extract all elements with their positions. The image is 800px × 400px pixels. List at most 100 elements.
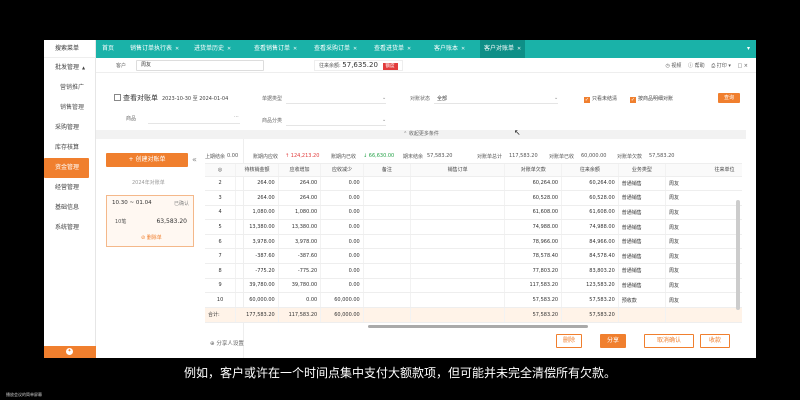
card-count: 10笔 — [115, 219, 127, 225]
close-icon[interactable]: ✕ — [461, 46, 465, 52]
table-cell: 7 — [205, 248, 237, 265]
sidebar-item-4[interactable]: 库存核算 — [44, 138, 95, 158]
settings-icon[interactable]: ✦ — [66, 348, 73, 355]
tab-0[interactable]: 首页 — [102, 40, 114, 58]
sidebar-item-7[interactable]: 基础信息 — [44, 198, 95, 218]
close-icon[interactable]: ✕ — [517, 46, 521, 52]
tab-2[interactable]: 进货单历史 ✕ — [194, 40, 231, 58]
footer-button-1[interactable]: 分享 — [600, 334, 626, 348]
table-row[interactable]: 6 3,978.00 3,978.00 0.00 78,966.00 84,966.00 普… — [205, 234, 742, 250]
chevron-down-icon[interactable]: ⌄ — [554, 95, 558, 101]
tab-3[interactable]: 查看销售订单 ✕ — [254, 40, 297, 58]
table-row[interactable]: 2 264.00 264.00 0.00 60,264.00 60,264.00 普通销售周… — [205, 176, 742, 192]
product-category-select[interactable] — [286, 125, 386, 126]
close-icon[interactable]: ✕ — [293, 46, 297, 52]
close-icon[interactable]: ✕ — [407, 46, 411, 52]
vertical-scrollbar[interactable] — [736, 200, 740, 310]
table-cell — [410, 278, 506, 294]
tab-more-icon[interactable]: ▾ — [747, 40, 750, 58]
table-cell: 周友 — [665, 219, 742, 235]
sidebar-item-5[interactable]: 资金管理 — [44, 158, 89, 178]
tab-1[interactable]: 销售订单执行表 ✕ — [130, 40, 179, 58]
table-cell: 周友 — [665, 263, 742, 279]
tab-7[interactable]: 客户对账单 ✕ — [480, 40, 526, 58]
table-cell: 13,380.00 — [235, 219, 279, 235]
column-header-1[interactable]: 待核销金额 — [235, 164, 279, 177]
tab-6[interactable]: 客户账本 ✕ — [434, 40, 465, 58]
close-icon[interactable]: ✕ — [353, 46, 357, 52]
column-header-2[interactable]: 应收增加 — [278, 164, 322, 177]
column-header-3[interactable]: 应收减少 — [320, 164, 364, 177]
chevron-down-icon[interactable]: ⌄ — [382, 117, 386, 123]
column-header-9[interactable]: 往来单位 — [665, 164, 742, 177]
table-row[interactable]: 10 60,000.00 0.00 60,000.00 57,583.20 57,583.… — [205, 292, 742, 308]
horizontal-scrollbar[interactable] — [368, 325, 588, 328]
document-icon — [114, 94, 121, 101]
share-setting-link[interactable]: ⊕ 分享人设置 — [210, 339, 244, 347]
reconcile-paid-value: 60,000.00 — [581, 153, 607, 159]
sidebar-item-3[interactable]: 采购管理 — [44, 118, 95, 138]
sidebar-item-0[interactable]: 批发管理 ▲ — [44, 58, 95, 78]
chevron-down-icon[interactable]: ⌄ — [382, 95, 386, 101]
print-button[interactable]: ⎙ 打印 ▾ — [711, 63, 731, 69]
collapse-conditions[interactable]: ⌃ 收起更多条件 — [96, 130, 746, 139]
only-unsettled-checkbox[interactable]: ✓ 只看未结清 — [584, 95, 617, 103]
table-cell: 普通销售 — [618, 263, 666, 279]
sidebar-footer[interactable]: ✦ — [44, 346, 96, 358]
table-cell: 普通销售 — [618, 205, 666, 221]
column-header-5[interactable]: 销售订单 — [410, 164, 506, 177]
table-cell: 0.00 — [320, 190, 364, 206]
customer-field[interactable]: 周友 — [136, 60, 264, 71]
more-icon[interactable]: ··· — [234, 114, 239, 120]
tab-4[interactable]: 查看采购订单 ✕ — [314, 40, 357, 58]
table-row[interactable]: 8 -775.20 -775.20 0.00 77,803.20 83,803.20 普通销… — [205, 263, 742, 279]
table-total-row[interactable]: 合计: 177,583.20 117,583.20 60,000.00 57,583.2… — [205, 307, 742, 323]
date-range[interactable]: 2023-10-30 至 2024-01-04 — [162, 95, 228, 102]
create-statement-button[interactable]: + 创建对账单 — [106, 153, 188, 167]
table-row[interactable]: 7 -387.60 -387.60 0.00 78,578.40 84,578.40 普通销… — [205, 248, 742, 265]
table-cell — [363, 278, 411, 294]
sidebar-item-2[interactable]: 销售管理 — [44, 98, 95, 118]
sidebar-item-1[interactable]: 营销推广 — [44, 78, 95, 98]
table-row[interactable]: 5 13,380.00 13,380.00 0.00 74,988.00 74,988.0… — [205, 219, 742, 235]
table-cell: 1,080.00 — [235, 205, 279, 221]
watermark-text: 播放会议的简单屏幕 — [6, 392, 42, 397]
window-controls[interactable]: □ × — [737, 63, 748, 69]
column-header-4[interactable]: 备注 — [363, 164, 411, 177]
collapse-panel-icon[interactable]: « — [192, 155, 197, 164]
column-header-0[interactable]: ◎ — [205, 164, 237, 177]
help-button[interactable]: ⓘ 帮助 — [688, 63, 705, 69]
video-button[interactable]: ◷ 视频 — [665, 63, 681, 69]
table-cell: 周友 — [665, 292, 742, 308]
reconcile-status-select[interactable] — [434, 103, 558, 104]
footer-button-2[interactable]: 取消确认 — [644, 334, 694, 348]
tab-5[interactable]: 查看进货单 ✕ — [374, 40, 411, 58]
table-row[interactable]: 4 1,080.00 1,080.00 0.00 61,608.00 61,608.00 普… — [205, 205, 742, 221]
table-row[interactable]: 9 39,780.00 39,780.00 0.00 117,583.20 123,583… — [205, 278, 742, 294]
table-cell — [410, 292, 506, 308]
show-details-checkbox[interactable]: ✓ 按商品明细对账 — [630, 95, 673, 103]
query-button[interactable]: 查询 — [718, 93, 740, 103]
product-input[interactable] — [148, 123, 240, 124]
sidebar-item-8[interactable]: 系统管理 — [44, 218, 95, 238]
footer-button-0[interactable]: 删除 — [556, 334, 582, 348]
close-icon[interactable]: ✕ — [175, 46, 179, 52]
table-cell: 264.00 — [235, 176, 279, 192]
menu-search[interactable]: 搜索菜单 — [44, 40, 95, 58]
table-cell — [363, 234, 411, 250]
column-header-7[interactable]: 往来余额 — [561, 164, 619, 177]
credit-badge[interactable]: 额度 — [382, 63, 398, 70]
reconcile-status-value[interactable]: 全部 — [437, 95, 447, 102]
close-icon[interactable]: ✕ — [227, 46, 231, 52]
table-cell — [618, 307, 666, 323]
sidebar-item-6[interactable]: 经营管理 — [44, 178, 95, 198]
column-header-6[interactable]: 对账单欠款 — [504, 164, 563, 177]
table-row[interactable]: 3 264.00 264.00 0.00 60,528.00 60,528.00 普通销售周… — [205, 190, 742, 206]
footer-button-3[interactable]: 收款 — [700, 334, 730, 348]
card-amount: 63,583.20 — [156, 218, 187, 225]
bill-type-select[interactable] — [286, 103, 386, 104]
delete-statement-button[interactable]: ⊘ 删除单 — [141, 234, 162, 241]
table-cell: 5 — [205, 219, 237, 235]
statement-card[interactable]: 10.30 ~ 01.04 已确认 10笔 63,583.20 ⊘ 删除单 — [106, 195, 194, 247]
column-header-8[interactable]: 业务类型 — [618, 164, 666, 177]
